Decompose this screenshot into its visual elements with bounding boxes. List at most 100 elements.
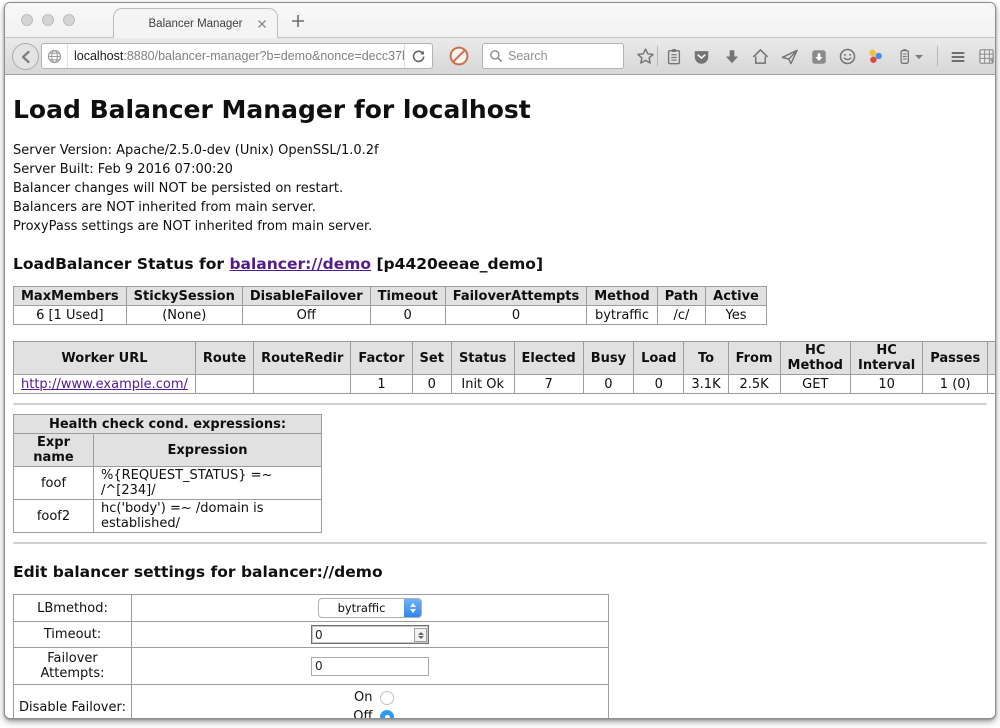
timeout-input[interactable] [311,625,429,644]
page-title: Load Balancer Manager for localhost [13,95,987,124]
window-minimize-button[interactable] [42,14,54,26]
col-routeredir: RouteRedir [254,342,351,375]
window-zoom-button[interactable] [63,14,75,26]
hamburger-menu-icon[interactable] [947,46,968,67]
url-text[interactable]: localhost:8880/balancer-manager?b=demo&n… [68,49,404,63]
timeout-label: Timeout: [14,622,132,648]
col-expression: Expression [94,434,322,467]
health-title-row: Health check cond. expressions: [14,415,322,434]
disable-failover-label: Disable Failover: [14,685,132,719]
url-host: localhost [74,49,123,63]
timeout-row: Timeout: [14,622,609,648]
tab-balancer-manager[interactable]: Balancer Manager [113,8,278,39]
col-timeout: Timeout [370,287,445,306]
inherit-notice: Balancers are NOT inherited from main se… [13,198,987,217]
col-maxmembers: MaxMembers [14,287,127,306]
col-busy: Busy [583,342,633,375]
health-header-row: Expr name Expression [14,434,322,467]
proxypass-notice: ProxyPass settings are NOT inherited fro… [13,217,987,236]
balancer-header-row: MaxMembers StickySession DisableFailover… [14,287,767,306]
number-spinner-icon[interactable] [414,628,427,642]
col-path: Path [657,287,705,306]
health-row-foof: foof %{REQUEST_STATUS} =~ /^[234]/ [14,467,322,500]
col-load: Load [634,342,684,375]
send-plane-icon[interactable] [779,46,800,67]
feedback-smiley-icon[interactable] [837,46,858,67]
search-bar[interactable] [482,43,624,69]
radio-off-label: Off [347,707,373,718]
col-factor: Factor [351,342,412,375]
lbmethod-select[interactable]: bytraffic [318,598,422,618]
page-grid-addon-icon[interactable] [976,46,996,67]
balancer-status-table: MaxMembers StickySession DisableFailover… [13,286,767,325]
col-to: To [684,342,728,375]
col-route: Route [195,342,253,375]
worker-url-link[interactable]: http://www.example.com/ [21,377,188,392]
failover-attempts-row: Failover Attempts: [14,648,609,685]
health-row-foof2: foof2 hc('body') =~ /domain is establish… [14,500,322,533]
server-built: Server Built: Feb 9 2016 07:00:20 [13,160,987,179]
failover-attempts-label: Failover Attempts: [14,648,132,685]
radio-on-label: On [347,688,373,707]
back-button[interactable] [12,43,39,70]
col-stickysession: StickySession [126,287,242,306]
site-identity-globe-icon[interactable] [42,44,68,68]
reload-button[interactable] [404,44,432,68]
page-content: Load Balancer Manager for localhost Serv… [5,76,995,718]
disable-failover-row: Disable Failover: On Off [14,685,609,719]
disable-failover-off-radio[interactable] [380,710,394,719]
edit-balancer-heading: Edit balancer settings for balancer://de… [13,563,987,581]
col-elected: Elected [514,342,583,375]
worker-data-row: http://www.example.com/ 1 0 Init Ok 7 0 … [14,375,996,394]
lbmethod-label: LBmethod: [14,595,132,622]
col-set: Set [412,342,451,375]
col-worker-url: Worker URL [14,342,196,375]
persist-notice: Balancer changes will NOT be persisted o… [13,179,987,198]
bookmark-star-icon[interactable] [635,46,656,67]
failover-attempts-input[interactable] [311,657,429,676]
balancer-demo-link[interactable]: balancer://demo [229,255,371,273]
col-hc-interval: HC Interval [850,342,922,375]
window-close-button[interactable] [21,14,33,26]
browser-window: Balancer Manager localhost:8880/bal [4,2,996,719]
lbmethod-row: LBmethod: bytraffic [14,595,609,622]
loadbalancer-status-heading: LoadBalancer Status for balancer://demo … [13,255,987,273]
tab-title: Balancer Manager [149,18,243,30]
select-stepper-icon [404,599,421,617]
navigation-toolbar: localhost:8880/balancer-manager?b=demo&n… [5,38,995,75]
health-table-title: Health check cond. expressions: [14,415,322,434]
edit-balancer-form: LBmethod: bytraffic Timeout: [13,594,609,718]
col-method: Method [587,287,657,306]
col-hc-method: HC Method [780,342,850,375]
url-bar[interactable]: localhost:8880/balancer-manager?b=demo&n… [41,43,433,69]
home-icon[interactable] [750,46,771,67]
status-heading-suffix: [p4420eeae_demo] [371,255,543,273]
addon-download-icon[interactable] [808,46,829,67]
back-icon [18,49,34,65]
download-icon[interactable] [721,46,742,67]
colored-dots-addon-icon[interactable] [865,46,886,67]
col-active: Active [706,287,767,306]
col-from: From [728,342,780,375]
toolbar-separator-2 [937,46,938,66]
reading-list-icon[interactable] [663,46,684,67]
search-input[interactable] [508,49,608,63]
battery-addon-icon[interactable] [894,46,915,67]
content-blocked-icon[interactable] [448,45,470,67]
tab-close-icon[interactable] [256,18,268,30]
new-tab-button[interactable] [291,14,305,28]
battery-dropdown-caret-icon[interactable] [913,46,925,67]
balancer-data-row: 6 [1 Used] (None) Off 0 0 bytraffic /c/ … [14,306,767,325]
pocket-icon[interactable] [691,46,712,67]
titlebar: Balancer Manager [5,3,995,38]
disable-failover-on-radio[interactable] [380,691,394,705]
col-passes: Passes [923,342,988,375]
col-disablefailover: DisableFailover [242,287,370,306]
col-failoverattempts: FailoverAttempts [445,287,587,306]
health-check-table: Health check cond. expressions: Expr nam… [13,414,322,533]
server-version: Server Version: Apache/2.5.0-dev (Unix) … [13,141,987,160]
search-icon [489,49,503,63]
divider [13,403,987,405]
worker-table: Worker URL Route RouteRedir Factor Set S… [13,341,995,394]
url-path: :8880/balancer-manager?b=demo&nonce=decc… [123,49,404,63]
